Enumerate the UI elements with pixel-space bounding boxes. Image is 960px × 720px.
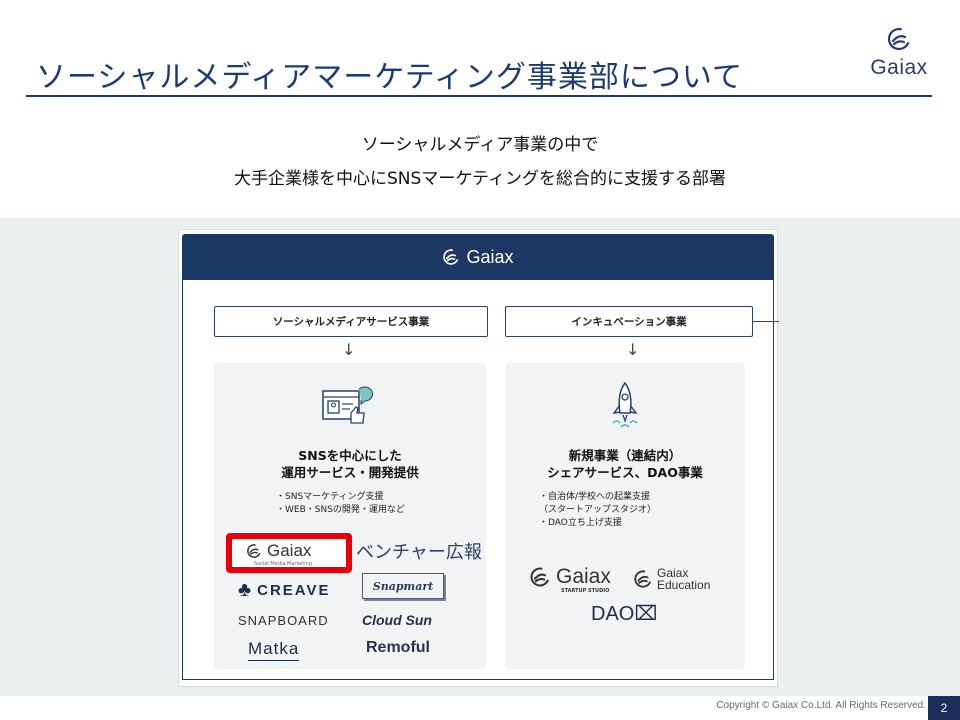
bullet-item: ・DAO立ち上げ支援 (539, 518, 622, 528)
lead-line-2: 大手企業様を中心にSNSマーケティングを総合的に支援する部署 (234, 169, 726, 189)
brand-subtitle: STARTUP STUDIO (561, 588, 610, 594)
brand-creave: ♣ CREAVE (238, 579, 331, 602)
gaiax-swirl-icon (634, 570, 652, 588)
rocket-icon (612, 381, 638, 428)
brand-cloud-sun: Cloud Sun (362, 612, 432, 628)
bullet-item: （スタートアップスタジオ） (539, 505, 657, 515)
brand-venture-pr: ベンチャー広報 (356, 542, 482, 563)
company-logo: Gaiax (866, 26, 932, 80)
bullet-item: ・SNSマーケティング支援 (276, 492, 384, 502)
brand-remoful: Remoful (366, 639, 430, 656)
brand-name: CREAVE (257, 582, 331, 599)
brand-gaiax-smm-highlighted: Gaiax Social Media Marketing (226, 533, 352, 573)
lead-line-1: ソーシャルメディア事業の中で (361, 135, 599, 155)
page-title: ソーシャルメディアマーケティング事業部について (36, 60, 743, 95)
logo-wordmark: Gaiax (870, 56, 928, 79)
gaiax-swirl-icon (887, 27, 911, 51)
division-box-incubation: インキュベーション事業 (505, 306, 753, 337)
division-bullets: ・自治体/学校への起業支援 （スタートアップスタジオ） ・DAO立ち上げ支援 (539, 491, 656, 530)
creave-logo-icon: ♣ (238, 579, 252, 601)
brand-name-line2: Education (657, 578, 711, 592)
division-panel-social-media: SNSを中心にした 運用サービス・開発提供 ・SNSマーケティング支援 ・WEB… (214, 363, 486, 669)
division-box-social-media: ソーシャルメディアサービス事業 (214, 306, 488, 337)
division-title-line1: 新規事業（連結内） (568, 448, 682, 463)
division-title-line2: シェアサービス、DAO事業 (547, 465, 703, 480)
brand-subtitle: Social Media Marketing (254, 561, 312, 567)
org-chart: Gaiax ソーシャルメディアサービス事業 インキュベーション事業 ↓ ↓ SN… (178, 229, 779, 687)
connector-line (753, 321, 779, 322)
division-title-line1: SNSを中心にした (298, 448, 402, 463)
dao-mark-icon: ⌧ (634, 603, 658, 625)
gaiax-swirl-icon (530, 567, 550, 587)
gaiax-swirl-icon (443, 249, 460, 265)
brand-name: Gaiax (267, 541, 312, 560)
brand-gaiax-startup-studio: Gaiax STARTUP STUDIO (529, 565, 611, 594)
gaiax-swirl-icon (247, 544, 261, 558)
brand-snapmart: Snapmart (362, 573, 444, 599)
brand-name: Gaiax (556, 565, 611, 588)
copyright-text: Copyright © Gaiax Co.Ltd. All Rights Res… (716, 700, 926, 711)
brand-name: DAO (591, 603, 635, 625)
brand-name: Gaiax Education (657, 567, 710, 591)
division-title-line2: 運用サービス・開発提供 (281, 465, 419, 480)
org-header: Gaiax (182, 234, 774, 280)
bullet-item: ・WEB・SNSの開発・運用など (276, 505, 405, 515)
title-divider (26, 95, 932, 97)
page-number: 2 (928, 696, 960, 720)
arrow-down-icon: ↓ (626, 340, 640, 359)
bullet-item: ・自治体/学校への起業支援 (539, 492, 651, 502)
arrow-down-icon: ↓ (342, 340, 356, 359)
brand-gaiax-education: Gaiax Education (633, 567, 710, 591)
division-panel-incubation: 新規事業（連結内） シェアサービス、DAO事業 ・自治体/学校への起業支援 （ス… (505, 363, 745, 669)
brand-dao: DAO⌧ (591, 601, 657, 626)
division-bullets: ・SNSマーケティング支援 ・WEB・SNSの開発・運用など (276, 491, 405, 517)
org-company-name: Gaiax (466, 246, 514, 267)
brand-snapboard: SNAPBOARD (238, 613, 329, 628)
social-media-profile-icon (322, 386, 374, 424)
brand-matka: Matka (248, 639, 300, 661)
